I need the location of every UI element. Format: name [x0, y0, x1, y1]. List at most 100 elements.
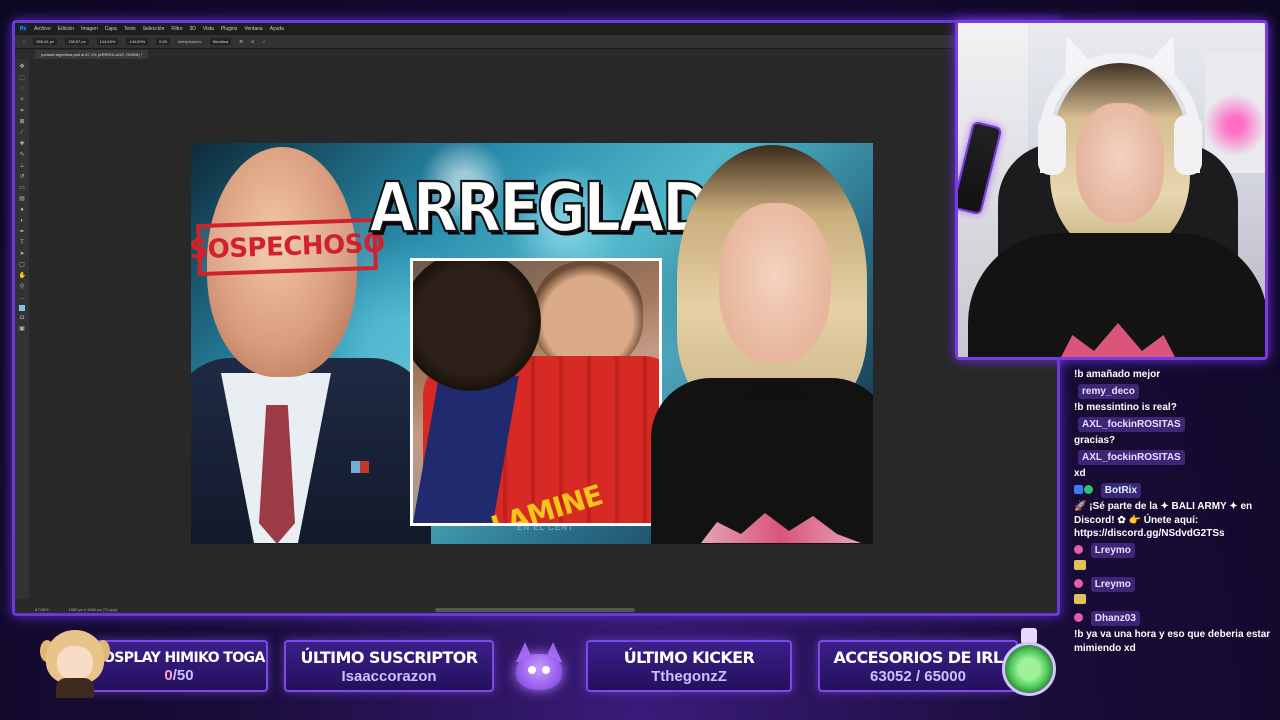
cat-ear-headset — [1040, 53, 1200, 173]
status-bar: 87,06% 1950 px x 1080 px (72 ppp) — [15, 605, 1057, 613]
goal-total: /50 — [172, 667, 194, 684]
himiko-toga-avatar-icon — [40, 630, 110, 698]
healing-tool-icon[interactable]: ✚ — [19, 140, 26, 148]
last-kicker-name: TthegonzZ — [651, 668, 727, 685]
history-brush-icon[interactable]: ↺ — [19, 173, 26, 181]
document-size: 1950 px x 1080 px (72 ppp) — [68, 606, 118, 612]
marquee-tool-icon[interactable]: ⬚ — [19, 74, 26, 82]
last-subscriber-name: Isaaccorazon — [341, 668, 437, 685]
horizontal-scrollbar[interactable] — [435, 608, 635, 612]
chat-username: Lreymo — [1090, 576, 1135, 592]
potion-flask-icon — [1000, 628, 1058, 700]
chat-username: remy_deco — [1078, 383, 1139, 399]
goal-panel: COSPLAY HIMIKO TOGA 0/50 — [90, 640, 268, 692]
menu-edicion[interactable]: Edición — [58, 26, 74, 32]
bearded-player-face — [533, 261, 643, 371]
cancel-icon[interactable]: ⊘ — [251, 39, 254, 44]
interpolation-select[interactable]: Bicúbica — [209, 38, 232, 45]
move-tool-icon[interactable]: ✥ — [19, 63, 26, 71]
sub-badge-icon — [1074, 578, 1083, 588]
y-field[interactable]: 138,57 px — [65, 38, 89, 45]
menu-capa[interactable]: Capa — [105, 26, 117, 32]
menu-filtro[interactable]: Filtro — [171, 26, 182, 32]
chat-entry: AXL_fockinROSITAS — [1066, 415, 1280, 435]
eraser-tool-icon[interactable]: ▭ — [19, 184, 26, 192]
cat-logo-icon — [512, 640, 566, 694]
menu-bar: Ps Archivo Edición Imagen Capa Texto Sel… — [15, 23, 1057, 35]
faded-caption: EN EL CENT — [517, 523, 574, 532]
chat-entry: AXL_fockinROSITAS — [1066, 448, 1280, 468]
choker — [747, 390, 807, 396]
width-field[interactable]: 144,63% — [96, 38, 119, 45]
home-icon[interactable]: ⌂ — [23, 39, 25, 44]
irl-accessories-title: ACCESORIOS DE IRL — [833, 648, 1004, 667]
hand-tool-icon[interactable]: ✋ — [19, 272, 26, 280]
chat-username: AXL_fockinROSITAS — [1078, 416, 1185, 432]
frame-tool-icon[interactable]: ⊠ — [19, 118, 26, 126]
quick-mask-icon[interactable]: ◘ — [19, 314, 26, 322]
chat-message: !b messintino is real? — [1074, 402, 1177, 413]
chat-entry: Lreymo — [1066, 541, 1280, 561]
goal-title: COSPLAY HIMIKO TOGA — [93, 650, 265, 666]
document-tab[interactable]: portada argentina.psd al 87,1% (ARREGLAD… — [35, 50, 149, 59]
last-subscriber-title: ÚLTIMO SUSCRIPTOR — [300, 648, 479, 667]
chat-entry: Lreymo — [1066, 575, 1280, 595]
lasso-tool-icon[interactable]: ◌ — [19, 85, 26, 93]
chat-message: 🚀 ¡Sé parte de la ✦ BALI ARMY ✦ en Disco… — [1074, 501, 1253, 539]
chat-username: AXL_fockinROSITAS — [1078, 449, 1185, 465]
eyedropper-tool-icon[interactable]: ⁄ — [19, 129, 26, 137]
shape-tool-icon[interactable]: ▢ — [19, 261, 26, 269]
magic-wand-tool-icon[interactable]: ✧ — [19, 96, 26, 104]
pen-tool-icon[interactable]: ✒ — [19, 228, 26, 236]
headline-text: ARREGLADO? — [368, 167, 792, 250]
path-selection-icon[interactable]: ➤ — [19, 250, 26, 258]
warp-icon[interactable]: ⌘ — [239, 39, 243, 44]
emote-icon — [1074, 594, 1086, 604]
canvas-area[interactable]: SOSPECHOSO ARREGLADO? LAMINE YAM EN EL C… — [29, 59, 1057, 599]
commit-check-icon[interactable]: ✓ — [262, 39, 265, 44]
menu-vista[interactable]: Vista — [203, 26, 214, 32]
bot-badge-icon — [1074, 484, 1083, 494]
last-subscriber-panel: ÚLTIMO SUSCRIPTOR Isaaccorazon — [284, 640, 494, 692]
chat-message: !b amañado mejor — [1074, 369, 1161, 380]
blur-tool-icon[interactable]: ● — [19, 206, 26, 214]
more-tools-icon[interactable]: … — [19, 294, 26, 302]
chat-entry: BotRix — [1066, 481, 1280, 501]
menu-ventana[interactable]: Ventana — [244, 26, 262, 32]
flag-pin-icon — [351, 461, 369, 473]
brush-tool-icon[interactable]: ✎ — [19, 151, 26, 159]
zoom-tool-icon[interactable]: ⚲ — [19, 283, 26, 291]
streamer-cutout — [651, 143, 873, 544]
chat-emote-row — [1066, 560, 1280, 575]
chat-entry: remy_deco — [1066, 382, 1280, 402]
menu-texto[interactable]: Texto — [124, 26, 136, 32]
tools-panel: ✥ ⬚ ◌ ✧ ⌗ ⊠ ⁄ ✚ ✎ ⊥ ↺ ▭ ▤ ● ◐ ✒ T ➤ ▢ ✋ … — [15, 59, 29, 599]
menu-plugins[interactable]: Plugins — [221, 26, 237, 32]
document-tabs: portada argentina.psd al 87,1% (ARREGLAD… — [15, 49, 1057, 59]
angle-field[interactable]: 0,00 — [156, 38, 170, 45]
menu-seleccion[interactable]: Selección — [143, 26, 165, 32]
height-field[interactable]: 144,63% — [126, 38, 149, 45]
last-kicker-title: ÚLTIMO KICKER — [623, 648, 755, 667]
thumbnail-canvas[interactable]: SOSPECHOSO ARREGLADO? LAMINE YAM EN EL C… — [191, 143, 873, 544]
zoom-level[interactable]: 87,06% — [35, 607, 49, 612]
stamp-tool-icon[interactable]: ⊥ — [19, 162, 26, 170]
foreground-color-swatch[interactable] — [19, 305, 25, 311]
options-bar: ⌂ 555,64 px 138,57 px 144,63% 144,63% 0,… — [15, 35, 1057, 49]
type-tool-icon[interactable]: T — [19, 239, 26, 247]
menu-archivo[interactable]: Archivo — [34, 26, 51, 32]
menu-3d[interactable]: 3D — [190, 26, 196, 32]
menu-imagen[interactable]: Imagen — [81, 26, 98, 32]
dodge-tool-icon[interactable]: ◐ — [19, 217, 26, 225]
interpolation-label: Interpolación: — [177, 39, 202, 44]
chat-username: BotRix — [1100, 482, 1142, 498]
menu-ayuda[interactable]: Ayuda — [270, 26, 284, 32]
players-inset-photo: LAMINE YAM — [410, 258, 662, 526]
irl-accessories-panel: ACCESORIOS DE IRL 63052 / 65000 — [818, 640, 1018, 692]
frowning-face — [719, 203, 831, 363]
crop-tool-icon[interactable]: ⌗ — [19, 107, 26, 115]
gradient-tool-icon[interactable]: ▤ — [19, 195, 26, 203]
x-field[interactable]: 555,64 px — [33, 38, 57, 45]
irl-accessories-value: 63052 / 65000 — [870, 668, 966, 685]
screen-mode-icon[interactable]: ▣ — [19, 325, 26, 333]
